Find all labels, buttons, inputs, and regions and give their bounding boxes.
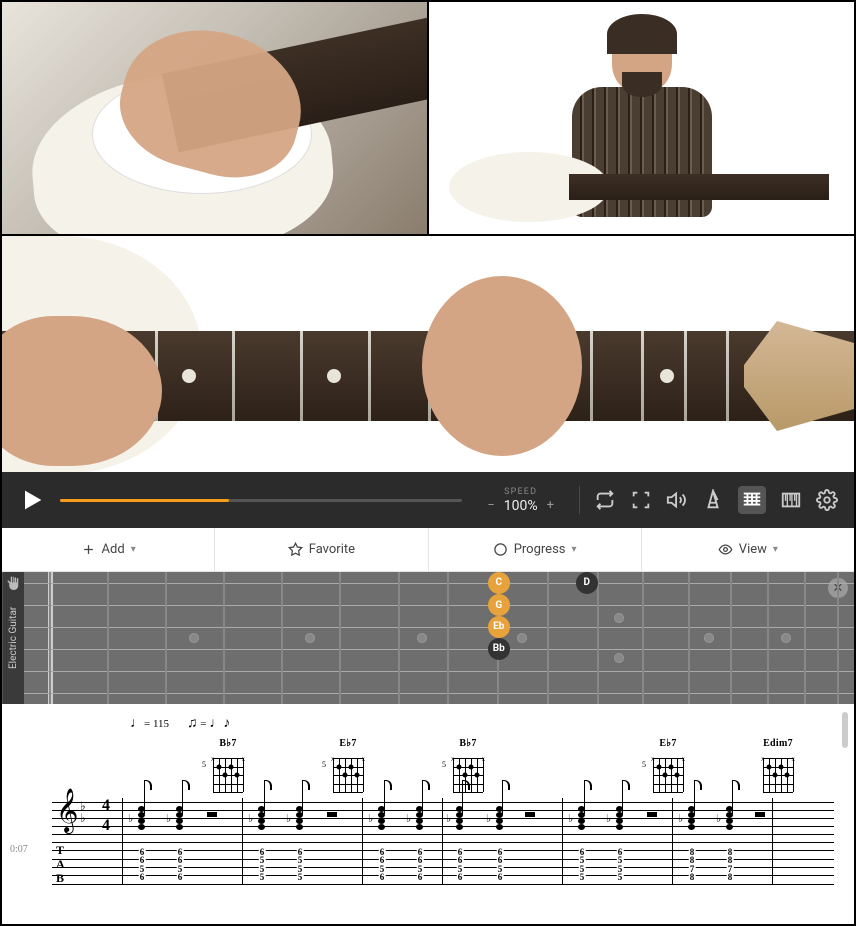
fretboard-viewer: Electric Guitar ✕ CGEbBbD bbox=[2, 572, 854, 704]
timecode: 0:07 bbox=[10, 844, 28, 855]
progress-button[interactable]: Progress ▾ bbox=[429, 528, 642, 571]
add-label: Add bbox=[102, 542, 125, 557]
video-fretboard-cam bbox=[2, 236, 854, 472]
tab-column: 6656 bbox=[379, 848, 386, 881]
settings-icon[interactable] bbox=[816, 489, 838, 511]
fretboard-note: Bb bbox=[488, 638, 510, 660]
fretboard-note: Eb bbox=[488, 616, 510, 638]
tab-column: 6656 bbox=[457, 848, 464, 881]
fretboard-view-icon[interactable] bbox=[738, 486, 766, 514]
tab-column: 6555 bbox=[259, 848, 266, 881]
speed-label: SPEED bbox=[504, 487, 537, 497]
fretboard-note: C bbox=[488, 572, 510, 594]
chord-diagram: Edim7xx bbox=[760, 738, 796, 792]
chevron-down-icon: ▾ bbox=[131, 544, 136, 555]
favorite-label: Favorite bbox=[309, 542, 355, 557]
hand-icon[interactable] bbox=[4, 575, 22, 593]
fretboard-note: D bbox=[576, 572, 598, 594]
favorite-button[interactable]: Favorite bbox=[215, 528, 428, 571]
chevron-down-icon: ▾ bbox=[773, 544, 778, 555]
progress-bar[interactable] bbox=[60, 499, 462, 502]
video-player[interactable] bbox=[2, 2, 854, 472]
chevron-down-icon: ▾ bbox=[572, 544, 577, 555]
video-wide-right bbox=[429, 2, 854, 234]
keyboard-view-icon[interactable] bbox=[780, 489, 802, 511]
tab-column: 6656 bbox=[177, 848, 184, 881]
tab-column: 6555 bbox=[297, 848, 304, 881]
treble-clef-icon: 𝄞 bbox=[56, 792, 78, 830]
speed-decrease-button[interactable]: − bbox=[484, 498, 497, 513]
fretboard[interactable]: ✕ CGEbBbD bbox=[24, 572, 854, 704]
tempo-marking: ♩= 115 ♫ = ♩♪ bbox=[130, 716, 834, 732]
tab-column: 6555 bbox=[579, 848, 586, 881]
speed-control: SPEED − 100% + bbox=[476, 487, 565, 514]
chord-diagram: E♭75xx bbox=[650, 738, 686, 792]
transport-bar: SPEED − 100% + bbox=[2, 472, 854, 528]
view-button[interactable]: View ▾ bbox=[642, 528, 854, 571]
notation-staff: 𝄞 ♭♭ 44 ♭♭♭♭♭♭♭♭♭♭♭♭ bbox=[52, 798, 834, 838]
tab-column: 6656 bbox=[139, 848, 146, 881]
progress-label: Progress bbox=[514, 542, 566, 557]
fullscreen-icon[interactable] bbox=[630, 489, 652, 511]
speed-increase-button[interactable]: + bbox=[544, 498, 557, 513]
add-button[interactable]: Add ▾ bbox=[2, 528, 215, 571]
tab-column: 6555 bbox=[617, 848, 624, 881]
fretboard-note: G bbox=[488, 594, 510, 616]
view-label: View bbox=[739, 542, 767, 557]
video-closeup-left bbox=[2, 2, 427, 234]
tab-column: 6656 bbox=[417, 848, 424, 881]
chord-diagram: B♭75xx bbox=[210, 738, 246, 792]
tablature: TAB 665666566555655566566656665666566555… bbox=[52, 840, 834, 890]
volume-icon[interactable] bbox=[666, 489, 688, 511]
tab-column: 8878 bbox=[689, 848, 696, 881]
tab-column: 6656 bbox=[497, 848, 504, 881]
action-bar: Add ▾ Favorite Progress ▾ View ▾ bbox=[2, 528, 854, 572]
play-button[interactable] bbox=[18, 486, 46, 514]
score-view[interactable]: ♩= 115 ♫ = ♩♪ B♭75xxE♭75xxB♭75xxE♭75xxEd… bbox=[2, 704, 854, 902]
metronome-icon[interactable] bbox=[702, 489, 724, 511]
speed-value: 100% bbox=[504, 498, 538, 514]
chord-diagram: E♭75xx bbox=[330, 738, 366, 792]
tab-column: 8878 bbox=[727, 848, 734, 881]
loop-icon[interactable] bbox=[594, 489, 616, 511]
